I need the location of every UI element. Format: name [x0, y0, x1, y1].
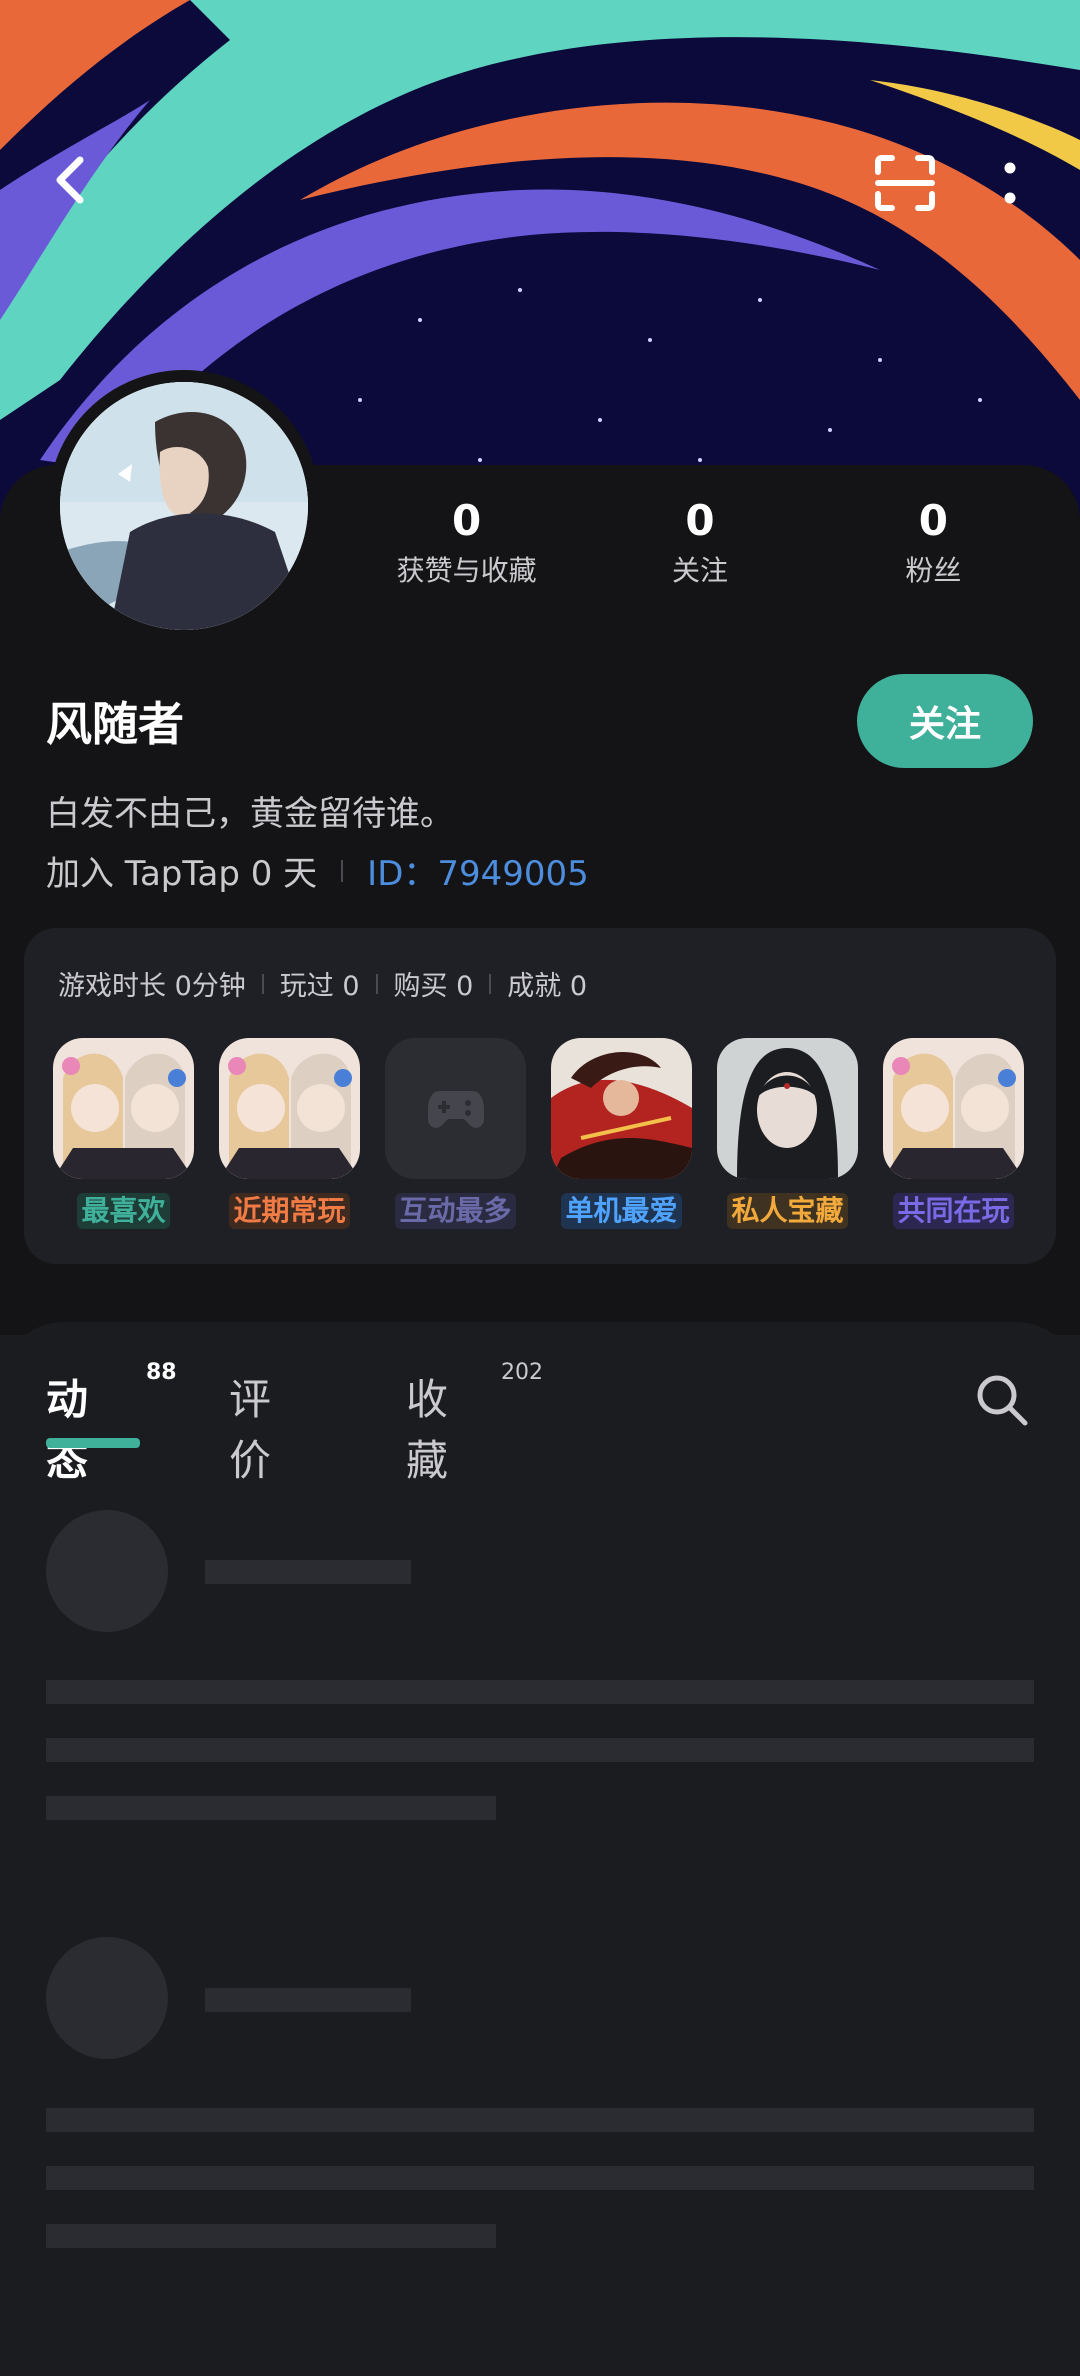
- stat-following[interactable]: 0 关注: [583, 495, 816, 595]
- feed-section: 动态 88 评价 收藏 202: [0, 1322, 1080, 2376]
- tab-label: 评价: [229, 1375, 272, 1485]
- stat-likes[interactable]: 0 获赞与收藏: [350, 495, 583, 595]
- tab-reviews[interactable]: 评价: [229, 1366, 271, 1488]
- skeleton-avatar: [46, 1510, 168, 1632]
- game-stats-row[interactable]: 游戏时长 0分钟 玩过 0 购买 0 成就 0: [58, 964, 587, 1003]
- skeleton-line: [205, 1988, 411, 2012]
- tab-count: 88: [146, 1360, 177, 1385]
- scan-icon: [875, 155, 935, 211]
- tab-label: 收藏: [406, 1375, 449, 1485]
- more-vertical-icon: [1004, 162, 1016, 204]
- divider: [261, 973, 264, 994]
- shelf-item-interaction[interactable]: 互动最多: [385, 1038, 526, 1229]
- avatar-image: [60, 382, 308, 630]
- game-icon: [883, 1038, 1024, 1179]
- tab-label: 动态: [46, 1375, 89, 1485]
- play-time: 游戏时长 0分钟: [58, 971, 246, 1002]
- achievement-count: 成就 0: [507, 971, 588, 1002]
- skeleton-line: [205, 1560, 411, 1584]
- skeleton-line: [46, 2166, 1034, 2190]
- scan-button[interactable]: [862, 140, 948, 226]
- skeleton-line: [46, 1738, 1034, 1762]
- shelf-item-treasure[interactable]: 私人宝藏: [717, 1038, 858, 1229]
- stat-label: 粉丝: [905, 554, 962, 587]
- user-meta: 加入 TapTap 0 天 ID：7949005: [46, 846, 589, 895]
- gamepad-icon: [427, 1090, 484, 1128]
- skeleton-avatar: [46, 1937, 168, 2059]
- follow-button[interactable]: 关注: [857, 674, 1033, 768]
- back-button[interactable]: [30, 140, 110, 220]
- stat-followers[interactable]: 0 粉丝: [817, 495, 1050, 595]
- divider: [489, 973, 492, 994]
- game-icon: [551, 1038, 692, 1179]
- game-icon: [219, 1038, 360, 1179]
- game-shelf: 最喜欢 近期常玩 互动最多 单机最爱 私人宝藏 共同在玩: [53, 1038, 1024, 1229]
- chevron-left-icon: [56, 156, 84, 204]
- stat-label: 获赞与收藏: [396, 554, 537, 587]
- shelf-label: 最喜欢: [77, 1193, 170, 1229]
- search-button[interactable]: [974, 1372, 1034, 1432]
- shelf-label: 互动最多: [395, 1193, 516, 1229]
- stat-value: 0: [685, 496, 715, 545]
- more-button[interactable]: [980, 140, 1040, 226]
- shelf-label: 近期常玩: [229, 1193, 350, 1229]
- divider: [375, 973, 378, 994]
- user-id[interactable]: ID：7949005: [367, 846, 589, 895]
- stat-value: 0: [918, 496, 948, 545]
- game-stats-card: 游戏时长 0分钟 玩过 0 购买 0 成就 0 最喜欢 近期常玩 互动最多 单机…: [24, 928, 1056, 1264]
- skeleton-line: [46, 2108, 1034, 2132]
- search-icon: [977, 1375, 1028, 1426]
- game-icon: [717, 1038, 858, 1179]
- divider: [341, 859, 344, 882]
- user-bio: 白发不由己，黄金留待谁。: [46, 794, 454, 834]
- skeleton-line: [46, 1680, 1034, 1704]
- skeleton-line: [46, 1796, 496, 1820]
- shelf-label: 单机最爱: [561, 1193, 682, 1229]
- game-placeholder: [385, 1038, 526, 1179]
- stat-value: 0: [452, 496, 482, 545]
- join-duration: 加入 TapTap 0 天: [46, 854, 318, 894]
- played-count: 玩过 0: [279, 971, 360, 1002]
- shelf-item-single-player[interactable]: 单机最爱: [551, 1038, 692, 1229]
- username: 风随者: [46, 697, 184, 751]
- shelf-label: 共同在玩: [893, 1193, 1014, 1229]
- tab-favorites[interactable]: 收藏 202: [406, 1360, 543, 1488]
- shelf-label: 私人宝藏: [727, 1193, 848, 1229]
- purchased-count: 购买 0: [393, 971, 474, 1002]
- tab-count: 202: [501, 1360, 543, 1385]
- profile-stats: 0 获赞与收藏 0 关注 0 粉丝: [350, 495, 1050, 595]
- shelf-item-together[interactable]: 共同在玩: [883, 1038, 1024, 1229]
- game-icon: [53, 1038, 194, 1179]
- shelf-item-recent[interactable]: 近期常玩: [219, 1038, 360, 1229]
- avatar[interactable]: [48, 370, 320, 642]
- shelf-item-favorite[interactable]: 最喜欢: [53, 1038, 194, 1229]
- skeleton-line: [46, 2224, 496, 2248]
- active-tab-indicator: [46, 1438, 140, 1448]
- tab-posts[interactable]: 动态 88: [46, 1360, 177, 1488]
- stat-label: 关注: [671, 554, 728, 587]
